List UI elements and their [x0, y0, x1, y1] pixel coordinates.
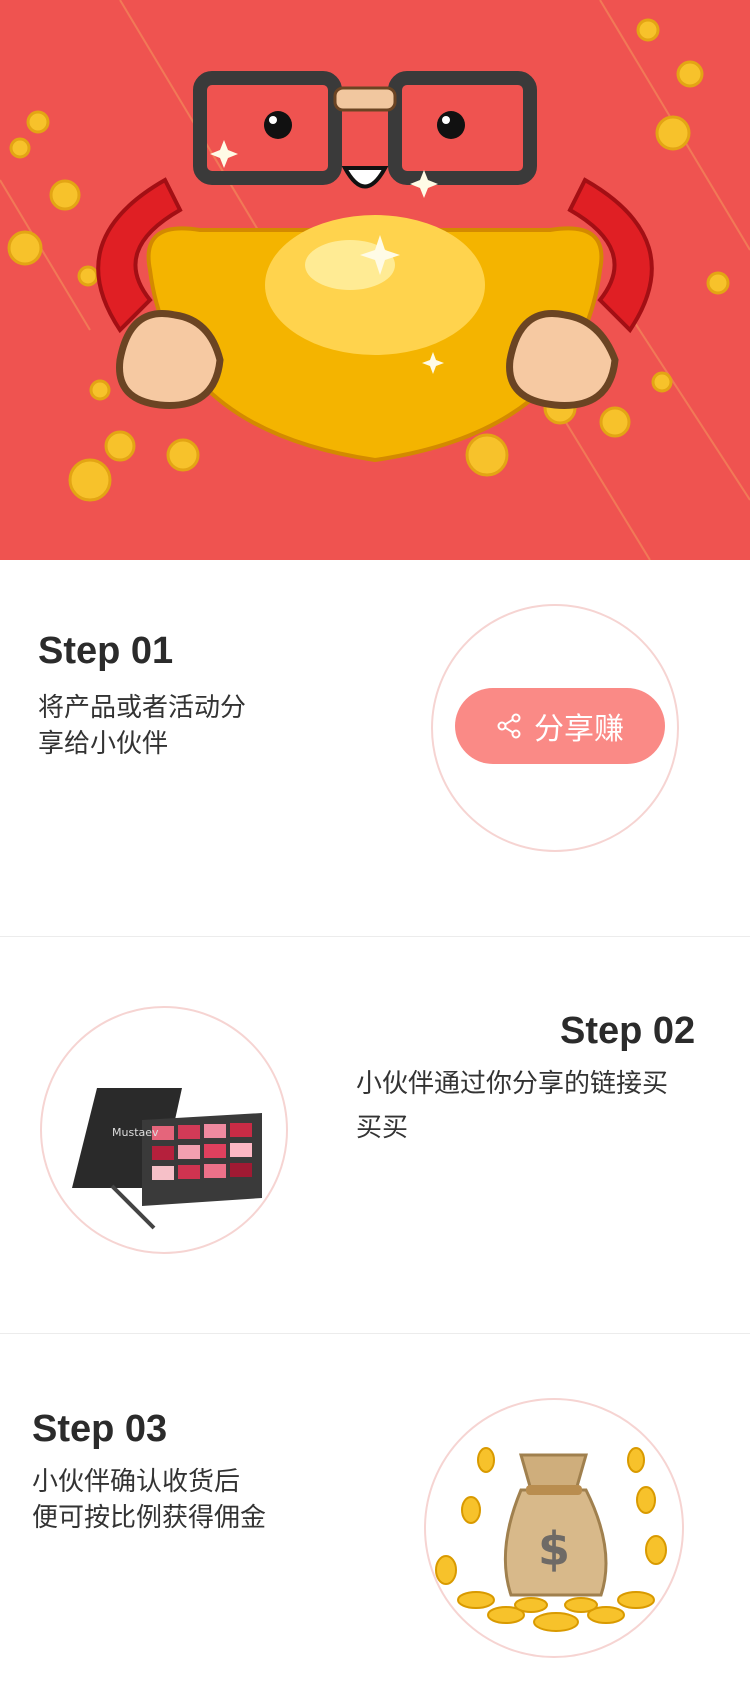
share-icon	[497, 713, 521, 739]
step-2-desc-line2: 买买	[356, 1113, 409, 1143]
step-3-desc-line1: 小伙伴确认收货后	[32, 1467, 241, 1497]
svg-text:$: $	[538, 1522, 570, 1576]
makeup-palette-image: Mustaev	[72, 1088, 262, 1230]
mascot-illustration	[0, 0, 750, 560]
step-1-desc-line1: 将产品或者活动分	[38, 693, 247, 723]
step-3-circle: $	[424, 1398, 684, 1658]
step-2-desc-line1: 小伙伴通过你分享的链接买	[356, 1069, 669, 1099]
step-2-title: Step 02	[560, 1010, 696, 1052]
step-3-title: Step 03	[32, 1408, 168, 1450]
share-earn-label: 分享赚	[534, 712, 624, 747]
step-3-desc-line2: 便可按比例获得佣金	[32, 1503, 267, 1533]
step-1-desc-line2: 享给小伙伴	[38, 729, 169, 759]
step-1-title: Step 01	[38, 630, 174, 672]
svg-text:Mustaev: Mustaev	[112, 1126, 159, 1139]
hero-banner	[0, 0, 750, 560]
share-earn-button[interactable]: 分享赚	[455, 688, 665, 764]
money-bag-icon: $	[435, 1447, 667, 1632]
step-2-circle: Mustaev	[40, 1006, 288, 1254]
